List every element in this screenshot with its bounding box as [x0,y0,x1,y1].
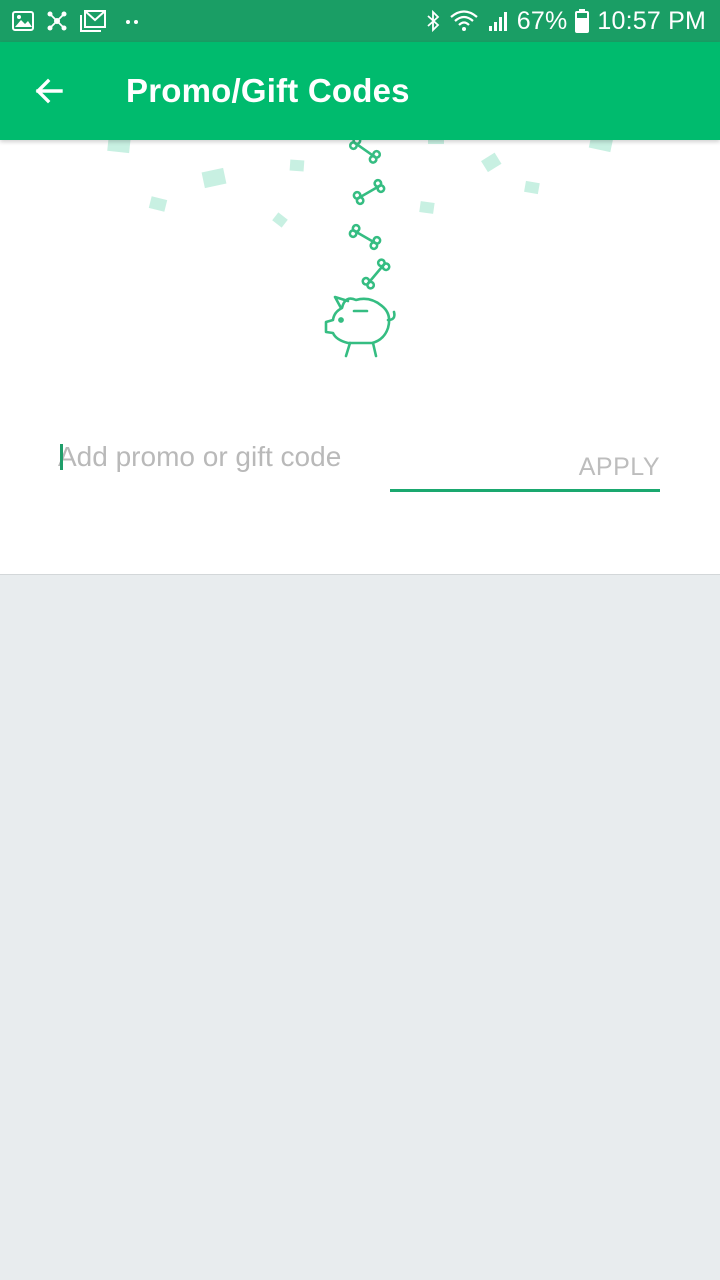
apply-button[interactable]: APPLY [560,450,660,484]
battery-percentage: 67% [516,6,568,35]
back-arrow-icon [35,78,63,104]
promo-card: APPLY [0,140,720,575]
back-button[interactable] [22,64,76,118]
app-bar: Promo/Gift Codes [0,42,720,140]
promo-illustration [107,140,614,358]
page-title: Promo/Gift Codes [126,72,410,109]
confetti-icon [107,140,614,228]
bone-icon [361,258,391,290]
wifi-icon [450,10,478,31]
piggy-bank-icon [324,295,396,358]
status-system: 67% 10:57 PM [425,0,706,42]
status-notifications [12,0,144,42]
signal-icon [488,12,507,31]
text-caret [60,444,63,470]
bone-icon [348,140,382,164]
bone-icon [348,223,382,251]
network-icon [47,11,67,31]
gallery-icon [12,11,34,31]
more-notifications-icon [126,20,138,24]
content-background [0,576,720,1280]
input-underline [390,489,660,492]
clock: 10:57 PM [597,6,706,35]
bone-icon [352,178,386,206]
bluetooth-icon [427,9,440,33]
gmail-icon [80,10,106,32]
status-bar: 67% 10:57 PM [0,0,720,42]
promo-code-input[interactable] [58,442,388,472]
battery-icon [575,9,590,33]
